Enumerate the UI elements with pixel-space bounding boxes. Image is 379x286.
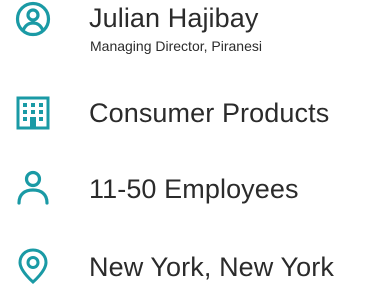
contact-row: Julian Hajibay Managing Director, Pirane… (0, 0, 379, 70)
building-icon (14, 94, 52, 132)
account-circle-icon (14, 0, 52, 38)
company-size-row: 11-50 Employees (0, 160, 379, 220)
location-label: New York, New York (89, 252, 334, 282)
person-icon (14, 168, 52, 206)
contact-title: Managing Director, Piranesi (90, 38, 262, 54)
industry-label: Consumer Products (89, 98, 330, 128)
location-row: New York, New York (0, 236, 379, 286)
company-size-label: 11-50 Employees (89, 174, 299, 204)
contact-name: Julian Hajibay (89, 3, 259, 33)
location-pin-icon (14, 246, 52, 284)
industry-row: Consumer Products (0, 84, 379, 144)
